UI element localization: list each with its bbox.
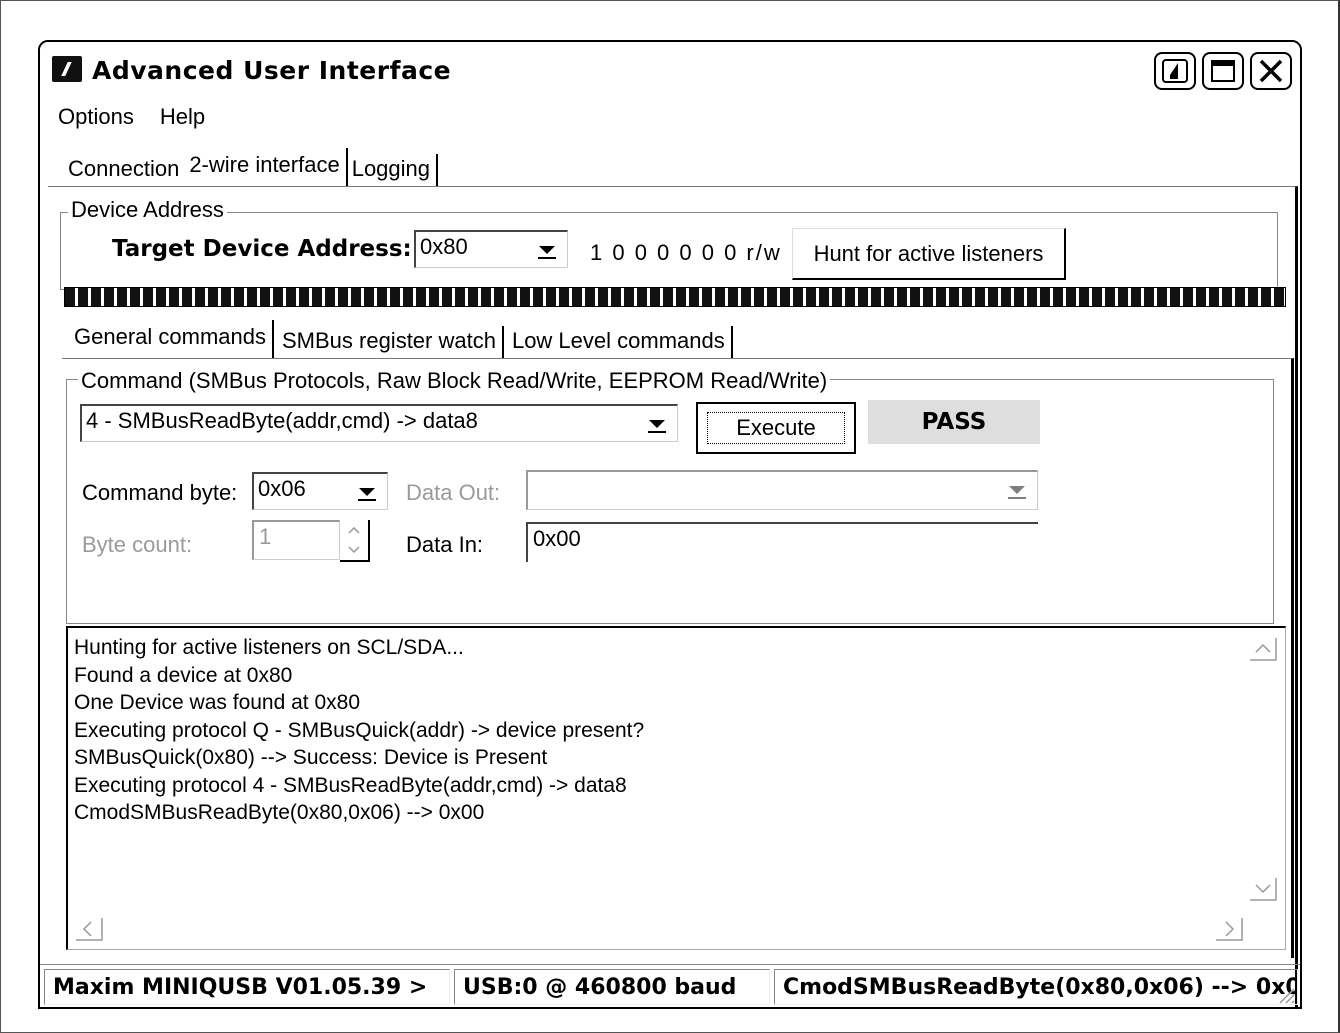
status-device: Maxim MINIQUSB V01.05.39 >: [44, 969, 450, 1005]
log-line: One Device was found at 0x80: [74, 691, 361, 714]
activity-progress-bar: [64, 287, 1286, 307]
command-byte-dropdown[interactable]: 0x06: [252, 472, 388, 510]
maxim-logo-icon: [52, 56, 82, 82]
byte-count-spinner[interactable]: [340, 520, 370, 562]
target-device-address-label: Target Device Address:: [112, 236, 412, 262]
chevron-down-icon: [645, 412, 669, 436]
close-button[interactable]: [1250, 52, 1292, 90]
menu-options[interactable]: Options: [58, 104, 134, 134]
window-title: Advanced User Interface: [92, 56, 452, 85]
protocol-value: 4 - SMBusReadByte(addr,cmd) -> data8: [86, 408, 478, 433]
minimize-button[interactable]: [1154, 52, 1196, 90]
data-out-label: Data Out:: [406, 480, 501, 505]
chevron-right-icon: [1216, 918, 1243, 941]
chevron-up-icon: [1250, 638, 1277, 661]
command-byte-value: 0x06: [258, 476, 306, 501]
status-connection: USB:0 @ 460800 baud: [454, 969, 770, 1005]
data-out-dropdown[interactable]: [526, 470, 1038, 510]
scroll-down-button[interactable]: [1246, 874, 1280, 904]
hunt-listeners-button[interactable]: Hunt for active listeners: [792, 228, 1066, 280]
protocol-dropdown[interactable]: 4 - SMBusReadByte(addr,cmd) -> data8: [80, 404, 678, 442]
scroll-right-button[interactable]: [1212, 914, 1246, 944]
execute-button[interactable]: Execute: [696, 402, 856, 454]
status-last-result: CmodSMBusReadByte(0x80,0x06) --> 0x00: [774, 969, 1298, 1005]
main-window: Advanced User Interface Options Help Con…: [38, 40, 1302, 1009]
maximize-icon: [1211, 60, 1235, 82]
top-tab-strip: Connection 2-wire interface Logging: [64, 148, 439, 186]
tab-low-level-commands[interactable]: Low Level commands: [504, 326, 733, 358]
menu-bar: Options Help: [58, 104, 205, 134]
log-line: SMBusQuick(0x80) --> Success: Device is …: [74, 746, 548, 769]
chevron-left-icon: [76, 918, 103, 941]
chevron-down-icon: [1250, 878, 1277, 901]
tab-connection[interactable]: Connection: [64, 154, 185, 186]
data-in-label: Data In:: [406, 532, 484, 557]
command-byte-label: Command byte:: [82, 480, 238, 505]
spin-down-icon[interactable]: [340, 540, 368, 560]
spin-up-icon[interactable]: [340, 520, 368, 540]
resize-grip-icon[interactable]: [1274, 983, 1296, 1005]
close-icon: [1259, 59, 1283, 83]
maximize-button[interactable]: [1202, 52, 1244, 90]
device-address-legend: Device Address: [68, 197, 227, 223]
address-bits: 1 0 0 0 0 0 0 r/w: [590, 240, 782, 265]
log-line: Hunting for active listeners on SCL/SDA.…: [74, 636, 464, 659]
command-legend: Command (SMBus Protocols, Raw Block Read…: [78, 368, 831, 394]
scroll-left-button[interactable]: [72, 914, 106, 944]
title-bar: Advanced User Interface: [40, 42, 1300, 100]
target-address-dropdown[interactable]: 0x80: [414, 230, 568, 268]
tab-general-commands[interactable]: General commands: [70, 320, 274, 358]
tab-2-wire-interface[interactable]: 2-wire interface: [185, 148, 348, 186]
result-status: PASS: [868, 400, 1040, 444]
scroll-up-button[interactable]: [1246, 634, 1280, 664]
minimize-icon: [1162, 59, 1188, 83]
tab-smbus-register-watch[interactable]: SMBus register watch: [274, 326, 504, 358]
target-address-value: 0x80: [420, 234, 468, 259]
data-in-field[interactable]: 0x00: [526, 522, 1038, 562]
log-line: Executing protocol 4 - SMBusReadByte(add…: [74, 773, 627, 797]
log-lines: Hunting for active listeners on SCL/SDA.…: [74, 634, 644, 827]
byte-count-label: Byte count:: [82, 532, 193, 557]
log-line: Found a device at 0x80: [74, 663, 293, 687]
byte-count-field[interactable]: 1: [252, 520, 340, 560]
inner-tab-strip: General commands SMBus register watch Lo…: [70, 320, 733, 358]
chevron-down-icon: [535, 238, 559, 262]
log-line: CmodSMBusReadByte(0x80,0x06) --> 0x00: [74, 801, 485, 824]
chevron-down-icon: [1005, 478, 1029, 502]
tab-logging[interactable]: Logging: [348, 154, 439, 186]
log-line: Executing protocol Q - SMBusQuick(addr) …: [74, 718, 645, 742]
log-textarea[interactable]: Hunting for active listeners on SCL/SDA.…: [66, 626, 1286, 950]
status-bar: Maxim MINIQUSB V01.05.39 > USB:0 @ 46080…: [40, 964, 1300, 1007]
menu-help[interactable]: Help: [160, 104, 205, 134]
execute-label: Execute: [707, 412, 845, 444]
chevron-down-icon: [355, 480, 379, 504]
